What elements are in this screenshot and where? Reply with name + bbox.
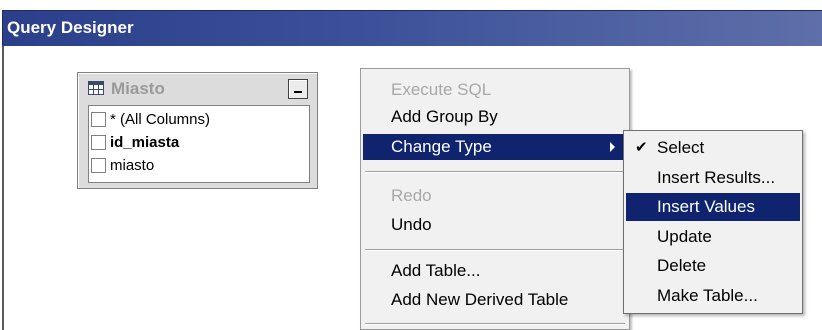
submenu-item-select[interactable]: ✔ Select	[626, 134, 800, 162]
collapse-button[interactable]	[288, 79, 308, 99]
table-box-miasto[interactable]: Miasto * (All Columns) id_miasta miasto	[77, 72, 318, 189]
menu-item-label: Add Table...	[391, 261, 481, 280]
column-label: * (All Columns)	[110, 111, 211, 128]
title-bar: Query Designer	[2, 10, 822, 46]
table-grid-icon	[88, 81, 104, 95]
menu-item-add-table[interactable]: Add Table...	[363, 258, 627, 284]
submenu-item-label: Select	[657, 138, 705, 157]
menu-item-label: Redo	[391, 186, 432, 205]
menu-item-change-type[interactable]: Change Type	[363, 134, 627, 160]
column-label: miasto	[110, 157, 155, 174]
submenu-item-label: Delete	[657, 256, 707, 275]
column-checkbox[interactable]	[91, 135, 106, 150]
menu-separator	[365, 323, 625, 325]
column-checkbox[interactable]	[91, 158, 106, 173]
menu-item-label: Execute SQL	[391, 80, 492, 99]
menu-item-add-derived-table[interactable]: Add New Derived Table	[363, 287, 627, 313]
menu-item-redo[interactable]: Redo	[363, 183, 627, 209]
submenu-item-insert-values[interactable]: Insert Values	[626, 193, 800, 221]
column-list: * (All Columns) id_miasta miasto	[88, 105, 310, 183]
column-row-id-miasta[interactable]: id_miasta	[89, 132, 309, 154]
column-checkbox[interactable]	[91, 112, 106, 127]
submenu-item-update[interactable]: Update	[626, 223, 800, 251]
menu-item-label: Add Group By	[391, 107, 498, 126]
check-icon: ✔	[635, 139, 648, 156]
menu-item-undo[interactable]: Undo	[363, 212, 627, 238]
menu-item-label: Change Type	[391, 137, 492, 156]
chevron-right-icon	[610, 142, 615, 152]
column-row-all[interactable]: * (All Columns)	[89, 109, 309, 131]
submenu-item-make-table[interactable]: Make Table...	[626, 282, 800, 310]
submenu-item-label: Make Table...	[657, 286, 758, 305]
column-label: id_miasta	[110, 134, 180, 151]
submenu-item-insert-results[interactable]: Insert Results...	[626, 164, 800, 192]
menu-item-label: Add New Derived Table	[391, 290, 569, 309]
submenu-item-label: Insert Results...	[657, 168, 776, 187]
table-header[interactable]: Miasto	[78, 73, 317, 105]
context-menu: Execute SQL Add Group By Change Type Red…	[360, 68, 630, 330]
submenu-item-label: Insert Values	[657, 197, 755, 216]
window-title: Query Designer	[7, 18, 134, 37]
submenu-item-label: Update	[657, 227, 712, 246]
menu-item-add-group-by[interactable]: Add Group By	[363, 104, 627, 130]
menu-item-execute-sql[interactable]: Execute SQL	[363, 77, 627, 103]
table-title: Miasto	[111, 79, 165, 98]
submenu-item-delete[interactable]: Delete	[626, 252, 800, 280]
menu-separator	[365, 249, 625, 251]
menu-item-label: Undo	[391, 215, 432, 234]
change-type-submenu: ✔ Select Insert Results... Insert Values…	[623, 130, 803, 314]
query-designer-window: Query Designer Miasto * (All Columns) id…	[0, 0, 822, 330]
menu-separator	[365, 171, 625, 173]
column-row-miasto[interactable]: miasto	[89, 155, 309, 177]
